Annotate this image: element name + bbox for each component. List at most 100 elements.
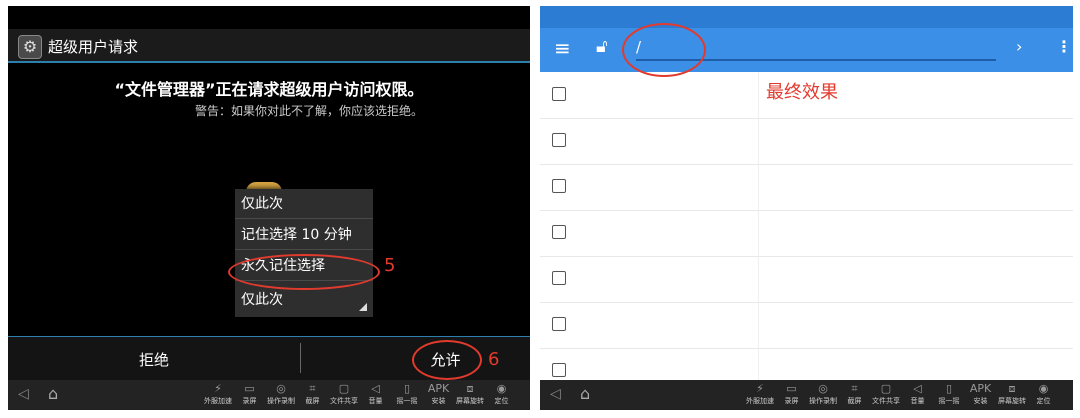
tool-icon: ⌗ bbox=[309, 382, 316, 395]
emulator-tool-button[interactable]: ◎ 操作录制 bbox=[809, 382, 837, 406]
tool-label: 屏幕旋转 bbox=[998, 397, 1026, 405]
file-list-row[interactable] bbox=[540, 118, 1073, 165]
home-icon[interactable]: ⌂ bbox=[580, 384, 590, 403]
file-list-row[interactable] bbox=[540, 164, 1073, 211]
emulator-tool-button[interactable]: ⚡ 外服加速 bbox=[204, 382, 232, 406]
chevron-right-icon[interactable]: › bbox=[1016, 37, 1022, 56]
emulator-tool-button[interactable]: ▢ 文件共享 bbox=[872, 382, 900, 406]
row-content bbox=[572, 210, 759, 256]
row-content bbox=[572, 164, 759, 210]
annotation-circle-6 bbox=[412, 340, 482, 380]
tool-icon: ▯ bbox=[945, 382, 953, 395]
lock-icon[interactable]: 🔓︎ bbox=[596, 36, 608, 57]
hamburger-menu-icon[interactable]: ≡ bbox=[554, 36, 571, 60]
file-list-row[interactable] bbox=[540, 256, 1073, 303]
tool-label: 截屏 bbox=[305, 397, 320, 405]
app-bar: ≡ 🔓︎ / › ⋮ bbox=[540, 28, 1073, 72]
emulator-nav-bar: ◁ ⌂ ⚡ 外服加速 ▭ 录屏 ◎ 操作录制 ⌗ 截屏 ▢ 文件共享 ◁ 音量 ▯ 摇一摇 APK 安装 ⧈ 屏幕… bbox=[8, 380, 530, 410]
annotation-number-6: 6 bbox=[488, 349, 500, 370]
tool-icon: APK bbox=[427, 382, 450, 395]
annotation-number-5: 5 bbox=[384, 255, 396, 276]
tool-label: 录屏 bbox=[784, 397, 799, 405]
row-checkbox[interactable] bbox=[552, 363, 566, 377]
row-checkbox[interactable] bbox=[552, 317, 566, 331]
tool-icon: ◎ bbox=[818, 382, 828, 395]
deny-button[interactable]: 拒绝 bbox=[8, 349, 300, 370]
warning-message: 警告：如果你对此不了解，你应该选拒绝。 bbox=[194, 104, 423, 118]
tool-icon: ▢ bbox=[338, 382, 350, 395]
row-checkbox[interactable] bbox=[552, 225, 566, 239]
home-icon[interactable]: ⌂ bbox=[48, 384, 58, 403]
remember-choice-menu: 仅此次 记住选择 10 分钟 永久记住选择 仅此次 bbox=[235, 189, 373, 317]
tool-label: 截屏 bbox=[847, 397, 862, 405]
tool-label: 音量 bbox=[910, 397, 925, 405]
row-checkbox[interactable] bbox=[552, 133, 566, 147]
annotation-circle-5 bbox=[228, 254, 380, 290]
row-checkbox[interactable] bbox=[552, 179, 566, 193]
tool-label: 安装 bbox=[431, 397, 446, 405]
emulator-tool-button[interactable]: ⌗ 截屏 bbox=[299, 382, 327, 406]
tool-label: 安装 bbox=[973, 397, 988, 405]
tool-icon: ⚡ bbox=[756, 382, 764, 395]
emulator-tool-button[interactable]: APK 安装 bbox=[967, 382, 995, 406]
tool-label: 屏幕旋转 bbox=[456, 397, 484, 405]
row-content bbox=[572, 302, 759, 348]
tool-label: 定位 bbox=[494, 397, 509, 405]
tool-icon: ◎ bbox=[276, 382, 286, 395]
file-manager-screen: ≡ 🔓︎ / › ⋮ 最终效果 ◁ ⌂ ⚡ 外服加速 ▭ 录屏 ◎ 操作录制 ⌗ 截屏 ▢ 文件共… bbox=[540, 6, 1073, 410]
file-list-row[interactable] bbox=[540, 302, 1073, 349]
row-checkbox[interactable] bbox=[552, 87, 566, 101]
menu-item-once[interactable]: 仅此次 bbox=[235, 189, 373, 219]
superuser-dialog-screen: ⚙ 超级用户请求 “文件管理器”正在请求超级用户访问权限。 警告：如果你对此不了… bbox=[8, 6, 530, 410]
emulator-tool-button[interactable]: ⚡ 外服加速 bbox=[746, 382, 774, 406]
settings-gear-icon: ⚙ bbox=[18, 35, 42, 59]
emulator-tool-button[interactable]: ◉ 定位 bbox=[1030, 382, 1058, 406]
tool-icon: ▢ bbox=[880, 382, 892, 395]
emulator-tool-button[interactable]: ◉ 定位 bbox=[488, 382, 516, 406]
emulator-tool-button[interactable]: ◁ 音量 bbox=[362, 382, 390, 406]
emulator-tool-button[interactable]: ▢ 文件共享 bbox=[330, 382, 358, 406]
emulator-tool-button[interactable]: ◁ 音量 bbox=[904, 382, 932, 406]
tool-label: 音量 bbox=[368, 397, 383, 405]
tool-icon: ◉ bbox=[1038, 382, 1049, 395]
tool-label: 文件共享 bbox=[330, 397, 358, 405]
tool-icon: ▭ bbox=[786, 382, 797, 395]
back-icon[interactable]: ◁ bbox=[18, 386, 29, 402]
emulator-tool-button[interactable]: ◎ 操作录制 bbox=[267, 382, 295, 406]
tool-label: 摇一摇 bbox=[396, 397, 418, 405]
tool-icon: ◁ bbox=[913, 382, 922, 395]
tool-label: 文件共享 bbox=[872, 397, 900, 405]
spinner-value: 仅此次 bbox=[241, 292, 283, 308]
emulator-tool-button[interactable]: ⧈ 屏幕旋转 bbox=[456, 382, 484, 406]
tool-icon: ▯ bbox=[403, 382, 411, 395]
emulator-tool-button[interactable]: APK 安装 bbox=[425, 382, 453, 406]
emulator-tool-button[interactable]: ▭ 录屏 bbox=[236, 382, 264, 406]
emulator-tool-button[interactable]: ▭ 录屏 bbox=[778, 382, 806, 406]
spinner-corner-icon bbox=[359, 303, 367, 311]
menu-item-remember-10min[interactable]: 记住选择 10 分钟 bbox=[235, 220, 373, 250]
dialog-title: 超级用户请求 bbox=[48, 38, 139, 56]
tool-label: 定位 bbox=[1036, 397, 1051, 405]
request-message: “文件管理器”正在请求超级用户访问权限。 bbox=[114, 80, 424, 99]
tool-label: 操作录制 bbox=[267, 397, 295, 405]
emulator-tool-button[interactable]: ⌗ 截屏 bbox=[841, 382, 869, 406]
emulator-tool-button[interactable]: ⧈ 屏幕旋转 bbox=[998, 382, 1026, 406]
emulator-tool-button[interactable]: ▯ 摇一摇 bbox=[935, 382, 963, 406]
file-list-row[interactable] bbox=[540, 72, 1073, 119]
annotation-circle-path bbox=[622, 23, 706, 77]
tool-label: 外服加速 bbox=[746, 397, 774, 405]
row-checkbox[interactable] bbox=[552, 271, 566, 285]
tool-icon: ⧈ bbox=[1008, 382, 1016, 395]
row-content bbox=[572, 256, 759, 302]
back-icon[interactable]: ◁ bbox=[550, 386, 561, 402]
tool-icon: ◉ bbox=[496, 382, 507, 395]
tool-label: 录屏 bbox=[242, 397, 257, 405]
status-bar bbox=[540, 6, 1073, 28]
overflow-menu-icon[interactable]: ⋮ bbox=[1056, 37, 1072, 56]
tool-label: 外服加速 bbox=[204, 397, 232, 405]
tool-icon: ⌗ bbox=[851, 382, 858, 395]
emulator-tool-button[interactable]: ▯ 摇一摇 bbox=[393, 382, 421, 406]
file-list-row[interactable] bbox=[540, 210, 1073, 257]
tool-icon: ◁ bbox=[371, 382, 380, 395]
tool-icon: APK bbox=[969, 382, 992, 395]
